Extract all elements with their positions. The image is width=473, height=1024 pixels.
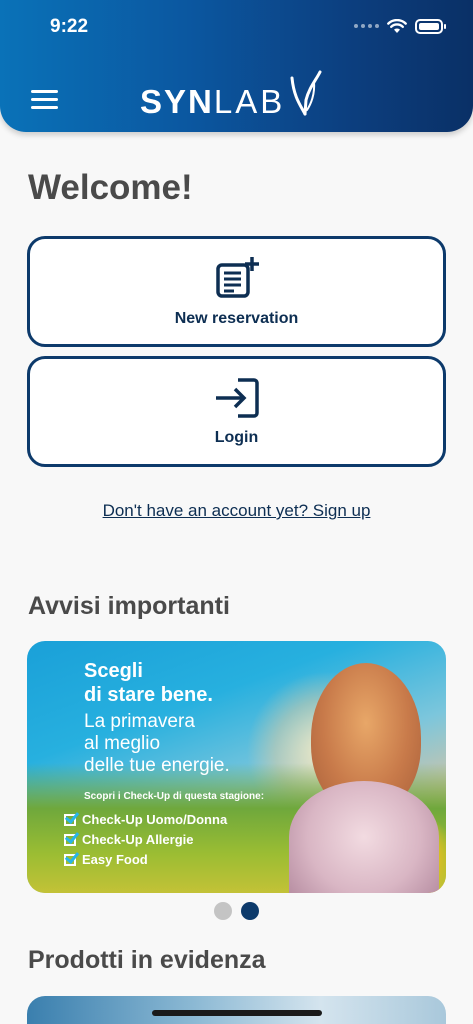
list-item: Easy Food [64, 850, 264, 870]
app-header: 9:22 SYNLAB [0, 0, 473, 132]
battery-icon [415, 18, 446, 34]
signal-icon [354, 24, 379, 28]
logo-text-light: LAB [213, 83, 286, 120]
carousel-dot[interactable] [214, 902, 232, 920]
list-item: Check-Up Uomo/Donna [64, 810, 264, 830]
new-reservation-button[interactable]: New reservation [27, 236, 446, 347]
logo-text-bold: SYN [140, 83, 214, 120]
list-item: Check-Up Allergie [64, 830, 264, 850]
carousel-dot[interactable] [241, 902, 259, 920]
banner-item-label: Check-Up Allergie [82, 832, 194, 847]
login-icon [215, 377, 259, 418]
banner-small-text: Scopri i Check-Up di questa stagione: [84, 791, 265, 802]
banner-item-label: Easy Food [82, 852, 148, 867]
home-indicator [152, 1010, 322, 1016]
wifi-icon [387, 18, 407, 33]
login-button[interactable]: Login [27, 356, 446, 467]
banner-sub-1: La primavera [84, 711, 195, 732]
welcome-title: Welcome! [28, 168, 193, 207]
login-label: Login [214, 428, 259, 446]
signup-link[interactable]: Don't have an account yet? Sign up [0, 501, 473, 521]
carousel-pagination [0, 902, 473, 920]
status-time: 9:22 [50, 16, 89, 37]
announcement-banner[interactable]: Scegli di stare bene. La primavera al me… [27, 641, 446, 893]
section-title-avvisi: Avvisi importanti [28, 592, 230, 620]
checkbox-icon [64, 814, 76, 826]
banner-text: Scegli di stare bene. La primavera al me… [64, 659, 265, 870]
banner-checkup-list: Check-Up Uomo/Donna Check-Up Allergie Ea… [64, 810, 264, 870]
banner-sub-2: al meglio [84, 733, 161, 754]
synlab-logo: SYNLAB [140, 70, 323, 118]
banner-girl-dress [289, 781, 439, 893]
banner-headline-1: Scegli [84, 660, 143, 682]
status-icons [354, 17, 446, 35]
checkbox-icon [64, 834, 76, 846]
new-reservation-icon [215, 256, 259, 298]
hamburger-menu-icon[interactable] [31, 90, 58, 110]
banner-sub-3: delle tue energie. [84, 755, 230, 776]
banner-headline-2: di stare bene. [84, 684, 213, 706]
section-title-prodotti: Prodotti in evidenza [28, 946, 266, 974]
checkbox-icon [64, 854, 76, 866]
new-reservation-label: New reservation [174, 309, 299, 327]
banner-item-label: Check-Up Uomo/Donna [82, 812, 228, 827]
synlab-logo-mark-icon [290, 70, 322, 116]
